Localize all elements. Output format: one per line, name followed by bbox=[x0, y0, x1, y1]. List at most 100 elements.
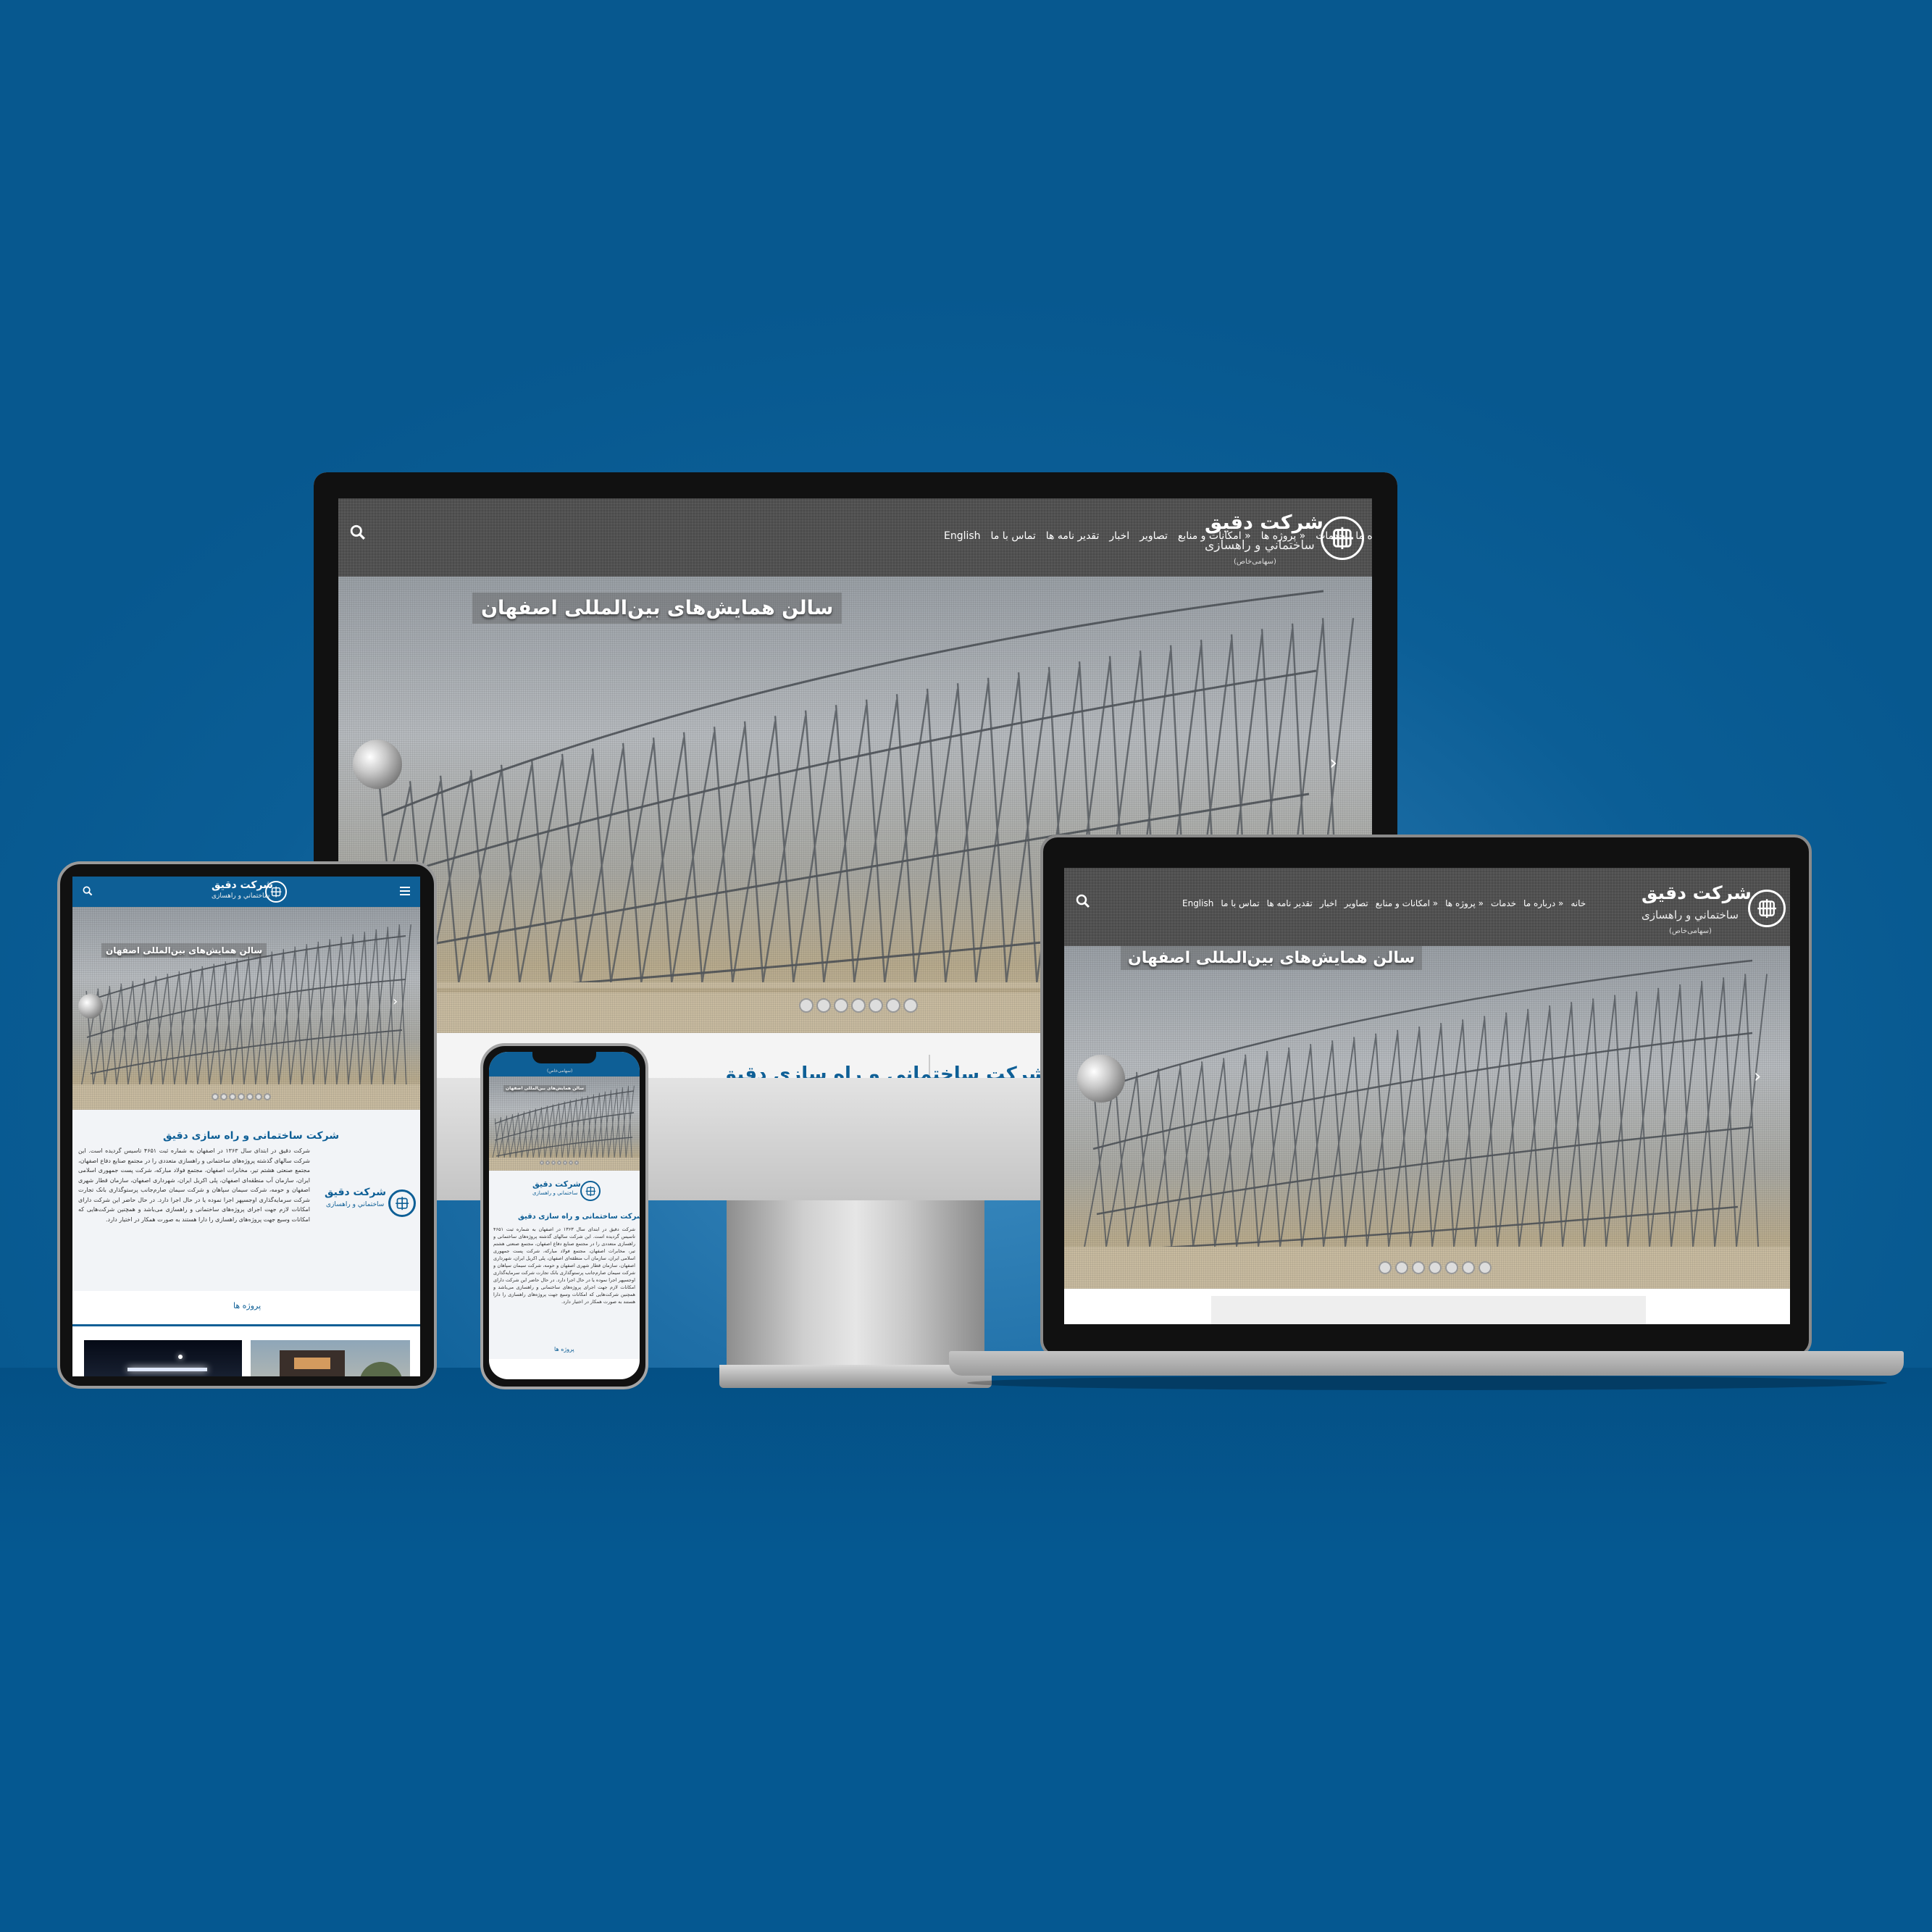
content-card bbox=[1211, 1296, 1646, 1324]
nav-item-awards[interactable]: تقدیر نامه ها bbox=[1267, 898, 1313, 908]
slider-dot[interactable] bbox=[569, 1161, 573, 1165]
brand-name-side: شرکت دقیق bbox=[532, 1179, 581, 1189]
hero-texture bbox=[1064, 946, 1790, 1289]
nav-item-gallery[interactable]: تصاویر bbox=[1139, 530, 1168, 542]
slider-dot[interactable] bbox=[1462, 1261, 1475, 1274]
slider-dot[interactable] bbox=[903, 998, 918, 1013]
hero-slider: سالن همایش‌های بین‌المللی اصفهان › bbox=[72, 907, 420, 1110]
hamburger-menu-icon[interactable] bbox=[400, 887, 410, 895]
main-nav: خانه درباره ما » خدمات پروژه ها » امکانا… bbox=[640, 530, 1372, 542]
laptop-screen: شرکت دقیق ساختماني و راهسازی (سهامی‌خاص)… bbox=[1064, 868, 1790, 1324]
section-title-partial: شرکت ساختمانی و راه سازی دقیق bbox=[720, 1063, 1047, 1078]
search-icon[interactable] bbox=[1076, 894, 1090, 908]
slider-dot[interactable] bbox=[238, 1093, 245, 1100]
nav-item-gallery[interactable]: تصاویر bbox=[1345, 898, 1368, 908]
brand-legal-form: (سهامی‌خاص) bbox=[1669, 927, 1712, 935]
brand-subtitle: ساختماني و راهسازی bbox=[212, 892, 270, 900]
brand-subtitle: ساختماني و راهسازی bbox=[1642, 908, 1739, 921]
slider-dot[interactable] bbox=[229, 1093, 236, 1100]
company-logo-icon bbox=[580, 1181, 601, 1201]
project-thumb-building[interactable] bbox=[251, 1340, 410, 1376]
hero-caption: سالن همایش‌های بین‌المللی اصفهان bbox=[1121, 946, 1423, 970]
nav-item-home[interactable]: خانه bbox=[1571, 898, 1586, 908]
slider-dot[interactable] bbox=[869, 998, 883, 1013]
tablet-screen: شرکت دقیق ساختماني و راهسازی سالن همایش‌… bbox=[72, 877, 420, 1376]
nav-item-news[interactable]: اخبار bbox=[1320, 898, 1337, 908]
nav-item-facilities[interactable]: امکانات و منابع » bbox=[1178, 530, 1251, 542]
prev-slide-button[interactable] bbox=[353, 740, 402, 789]
slider-dots bbox=[799, 998, 921, 1013]
slider-dot[interactable] bbox=[551, 1161, 556, 1165]
slider-dot[interactable] bbox=[264, 1093, 271, 1100]
hero-slider: سالن همایش‌های بین‌المللی اصفهان › bbox=[1064, 946, 1790, 1289]
slider-dot[interactable] bbox=[799, 998, 814, 1013]
slider-dot[interactable] bbox=[834, 998, 848, 1013]
chevron-right-icon[interactable]: › bbox=[393, 994, 398, 1009]
nav-item-english[interactable]: English bbox=[944, 530, 981, 542]
about-section: شرکت دقیق ساختماني و راهسازی شرکت ساختما… bbox=[489, 1171, 640, 1359]
chevron-right-icon[interactable]: › bbox=[1329, 750, 1337, 774]
slider-dot[interactable] bbox=[574, 1161, 579, 1165]
nav-item-about[interactable]: درباره ما » bbox=[1523, 898, 1563, 908]
nav-item-news[interactable]: اخبار bbox=[1109, 530, 1129, 542]
slider-dot[interactable] bbox=[540, 1161, 544, 1165]
slider-dot[interactable] bbox=[212, 1093, 219, 1100]
projects-label[interactable]: پروژه ها bbox=[233, 1301, 261, 1310]
prev-slide-button[interactable] bbox=[1077, 1055, 1125, 1103]
search-icon[interactable] bbox=[83, 886, 93, 896]
phone-notch bbox=[532, 1050, 596, 1063]
projects-label[interactable]: پروژه ها bbox=[554, 1346, 574, 1352]
nav-item-english[interactable]: English bbox=[1182, 898, 1213, 908]
slider-dot[interactable] bbox=[816, 998, 831, 1013]
nav-item-awards[interactable]: تقدیر نامه ها bbox=[1046, 530, 1100, 542]
nav-item-facilities[interactable]: امکانات و منابع » bbox=[1376, 898, 1438, 908]
nav-item-about[interactable]: درباره ما » bbox=[1355, 530, 1372, 542]
slider-dot[interactable] bbox=[1412, 1261, 1425, 1274]
slider-dot[interactable] bbox=[563, 1161, 567, 1165]
brand-name: شرکت دقیق bbox=[1642, 882, 1752, 903]
about-paragraph: شرکت دقیق در ابتدای سال ۱۳۶۳ در اصفهان ب… bbox=[78, 1147, 310, 1223]
slider-dot[interactable] bbox=[1429, 1261, 1442, 1274]
company-logo-icon bbox=[388, 1189, 416, 1217]
nav-item-projects[interactable]: پروژه ها » bbox=[1261, 530, 1306, 542]
slider-dot[interactable] bbox=[851, 998, 866, 1013]
floor bbox=[0, 1368, 1932, 1932]
nav-item-services[interactable]: خدمات bbox=[1491, 898, 1516, 908]
hero-caption: سالن همایش‌های بین‌المللی اصفهان bbox=[101, 943, 267, 958]
slider-dots bbox=[212, 1093, 272, 1100]
chevron-right-icon[interactable]: › bbox=[1754, 1066, 1761, 1087]
nav-item-projects[interactable]: پروژه ها » bbox=[1445, 898, 1484, 908]
content-area bbox=[1064, 1289, 1790, 1324]
hero-texture bbox=[72, 907, 420, 1110]
slider-dot[interactable] bbox=[1395, 1261, 1408, 1274]
site-header: شرکت دقیق ساختماني و راهسازی (سهامی‌خاص)… bbox=[338, 498, 1372, 577]
brand-name: شرکت دقیق bbox=[212, 879, 273, 891]
slider-dot[interactable] bbox=[1479, 1261, 1492, 1274]
brand-subtitle-side: ساختماني و راهسازی bbox=[326, 1201, 385, 1208]
project-thumb-night[interactable] bbox=[84, 1340, 242, 1376]
hero-caption: سالن همایش‌های بین‌المللی اصفهان bbox=[503, 1085, 587, 1092]
main-nav: خانه درباره ما » خدمات پروژه ها » امکانا… bbox=[1182, 898, 1586, 908]
slider-dot[interactable] bbox=[220, 1093, 227, 1100]
hero-caption: سالن همایش‌های بین‌المللی اصفهان bbox=[472, 593, 842, 624]
slider-dot[interactable] bbox=[886, 998, 900, 1013]
nav-item-services[interactable]: خدمات bbox=[1316, 530, 1345, 542]
brand-legal-form: (سهامی‌خاص) bbox=[1234, 558, 1276, 566]
brand-name-side: شرکت دقیق bbox=[325, 1187, 386, 1198]
about-paragraph: شرکت دقیق در ابتدای سال ۱۳۶۳ در اصفهان ب… bbox=[493, 1226, 635, 1305]
slider-dot[interactable] bbox=[255, 1093, 262, 1100]
nav-item-contact[interactable]: تماس با ما bbox=[1221, 898, 1259, 908]
slider-dot[interactable] bbox=[246, 1093, 254, 1100]
about-section: شرکت ساختمانی و راه سازی دقیق شرکت دقیق … bbox=[72, 1110, 420, 1291]
company-logo-icon bbox=[1748, 890, 1786, 927]
search-icon[interactable] bbox=[350, 524, 366, 540]
slider-dot[interactable] bbox=[1379, 1261, 1392, 1274]
prev-slide-button[interactable] bbox=[78, 994, 103, 1019]
section-title: شرکت ساختمانی و راه سازی دقیق bbox=[518, 1213, 640, 1221]
slider-dots bbox=[540, 1161, 580, 1165]
slider-dot[interactable] bbox=[1445, 1261, 1458, 1274]
slider-dot[interactable] bbox=[557, 1161, 561, 1165]
slider-dot[interactable] bbox=[545, 1161, 550, 1165]
nav-item-contact[interactable]: تماس با ما bbox=[991, 530, 1036, 542]
site-header: شرکت دقیق ساختماني و راهسازی (سهامی‌خاص)… bbox=[1064, 868, 1790, 946]
